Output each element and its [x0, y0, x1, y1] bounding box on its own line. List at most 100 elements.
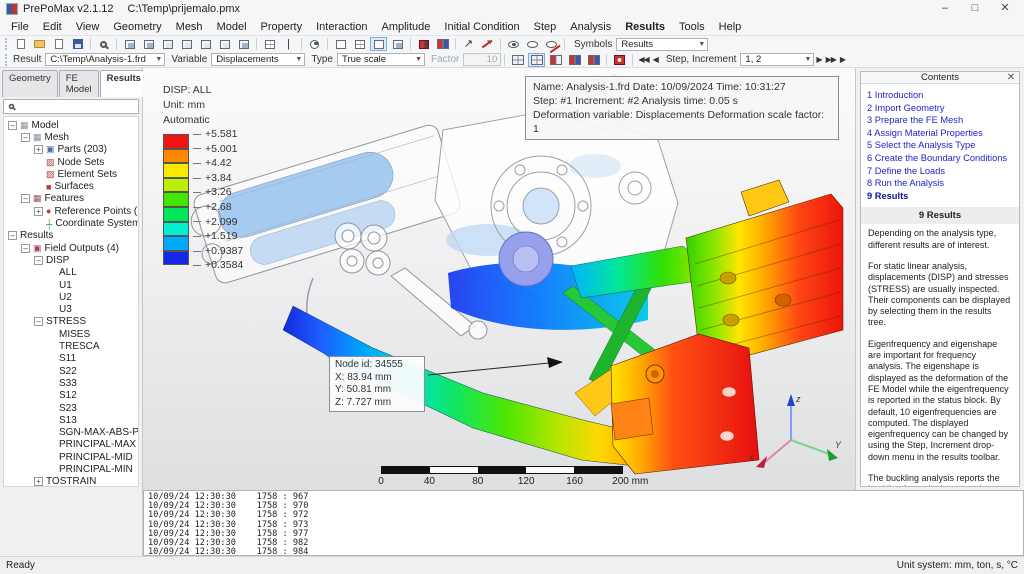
tree-item-features[interactable]: –▦Features [4, 193, 138, 205]
menu-tools[interactable]: Tools [672, 20, 712, 34]
symbol-sphere-icon[interactable] [306, 37, 323, 51]
menu-file[interactable]: File [4, 20, 36, 34]
tree-item-all[interactable]: ALL [4, 267, 138, 279]
factor-input[interactable] [463, 53, 501, 66]
menu-help[interactable]: Help [712, 20, 749, 34]
tree-item-stress[interactable]: –STRESS [4, 316, 138, 328]
first-increment-button[interactable]: ◀◀ [638, 55, 648, 64]
query-icon[interactable]: ↗ [460, 37, 477, 51]
variable-dropdown[interactable]: Displacements▼ [211, 53, 305, 66]
type-dropdown[interactable]: True scale▼ [337, 53, 425, 66]
tree-item-mesh[interactable]: –▦Mesh [4, 131, 138, 143]
tree-item-u2[interactable]: U2 [4, 291, 138, 303]
tree-item-parts-203[interactable]: +▣Parts (203) [4, 144, 138, 156]
tree-item-node-sets[interactable]: ▨Node Sets [4, 156, 138, 168]
toc-link-8-run-the-analysis[interactable]: 8 Run the Analysis [867, 177, 1013, 190]
collapse-icon[interactable]: – [21, 194, 30, 203]
tree-item-s33[interactable]: S33 [4, 377, 138, 389]
collapse-icon[interactable]: – [34, 317, 43, 326]
menu-step[interactable]: Step [527, 20, 564, 34]
open-file-icon[interactable] [31, 37, 48, 51]
menu-initial-condition[interactable]: Initial Condition [437, 20, 526, 34]
collapse-icon[interactable]: – [34, 256, 43, 265]
tree-search-input[interactable] [3, 99, 139, 114]
tree-item-s23[interactable]: S23 [4, 402, 138, 414]
tree-item-field-outputs-4[interactable]: –▣Field Outputs (4) [4, 242, 138, 254]
tree-item-tresca[interactable]: TRESCA [4, 340, 138, 352]
collapse-icon[interactable]: – [8, 121, 17, 130]
tree-item-s22[interactable]: S22 [4, 365, 138, 377]
log-output[interactable]: 10/09/24 12:30:30 1758 : 96710/09/24 12:… [143, 490, 1024, 556]
tree-item-sgn-max-abs-pri[interactable]: SGN-MAX-ABS-PRI [4, 426, 138, 438]
toc-link-4-assign-material-properties[interactable]: 4 Assign Material Properties [867, 127, 1013, 140]
tree-item-model[interactable]: –▦Model [4, 119, 138, 131]
hide-icon[interactable] [543, 37, 560, 51]
menu-edit[interactable]: Edit [36, 20, 69, 34]
maximize-button[interactable]: □ [960, 1, 990, 17]
zoom-icon[interactable] [95, 37, 112, 51]
view-front-icon[interactable] [121, 37, 138, 51]
tree-item-element-sets[interactable]: ▨Element Sets [4, 168, 138, 180]
show-results-icon[interactable] [547, 53, 564, 67]
menu-interaction[interactable]: Interaction [309, 20, 374, 34]
step-increment-dropdown[interactable]: 1, 2▼ [740, 53, 814, 66]
tree-item-u1[interactable]: U1 [4, 279, 138, 291]
tree-item-principal-max[interactable]: PRINCIPAL-MAX [4, 439, 138, 451]
save-icon[interactable] [69, 37, 86, 51]
menu-property[interactable]: Property [254, 20, 310, 34]
menu-geometry[interactable]: Geometry [106, 20, 168, 34]
toc-link-9-results[interactable]: 9 Results [867, 190, 1013, 203]
view-back-icon[interactable] [140, 37, 157, 51]
tab-fe-model[interactable]: FE Model [59, 70, 99, 97]
show-model-edges-icon[interactable] [370, 37, 387, 51]
viewport-3d[interactable]: z Y x DISP: ALL Unit: mm Automatic +5.58… [143, 68, 856, 490]
tree-item-u3[interactable]: U3 [4, 304, 138, 316]
show-icon[interactable] [505, 37, 522, 51]
show-transparent-icon[interactable] [524, 37, 541, 51]
symbols-dropdown[interactable]: Results▼ [616, 38, 708, 51]
help-close-icon[interactable]: ✕ [1003, 72, 1019, 83]
animate-icon[interactable] [611, 53, 628, 67]
view-right-icon[interactable] [216, 37, 233, 51]
previous-increment-button[interactable]: ◀ [653, 55, 658, 64]
transformation-icon[interactable] [434, 37, 451, 51]
show-elements-icon[interactable] [351, 37, 368, 51]
menu-mesh[interactable]: Mesh [169, 20, 210, 34]
menu-analysis[interactable]: Analysis [563, 20, 618, 34]
toc-link-2-import-geometry[interactable]: 2 Import Geometry [867, 102, 1013, 115]
remove-annotations-icon[interactable]: ↗ [479, 37, 496, 51]
show-undeformed-icon[interactable] [509, 53, 526, 67]
tree-item-s13[interactable]: S13 [4, 414, 138, 426]
next-increment-button[interactable]: ▶ [816, 55, 821, 64]
show-wireframe-icon[interactable] [332, 37, 349, 51]
expand-icon[interactable]: + [34, 207, 43, 216]
tree-item-reference-points-7[interactable]: +●Reference Points (7) [4, 205, 138, 217]
import-icon[interactable] [50, 37, 67, 51]
tree-item-principal-mid[interactable]: PRINCIPAL-MID [4, 451, 138, 463]
toc-link-7-define-the-loads[interactable]: 7 Define the Loads [867, 165, 1013, 178]
section-view-icon[interactable] [261, 37, 278, 51]
tree-item-coordinate-systems[interactable]: ┼Coordinate Systems [4, 217, 138, 229]
menu-amplitude[interactable]: Amplitude [374, 20, 437, 34]
play-animation-button[interactable]: ▶ [840, 55, 845, 64]
deformed-undeformed-icon[interactable] [415, 37, 432, 51]
expand-icon[interactable]: + [34, 477, 43, 486]
show-wireframe-results-icon[interactable] [585, 53, 602, 67]
result-dropdown[interactable]: C:\Temp\Analysis-1.frd▼ [45, 53, 165, 66]
menu-results[interactable]: Results [618, 20, 672, 34]
exploded-view-icon[interactable]: | [280, 37, 297, 51]
tree-item-results[interactable]: –Results [4, 230, 138, 242]
tree-item-principal-min[interactable]: PRINCIPAL-MIN [4, 463, 138, 475]
show-deformed-icon[interactable] [528, 53, 545, 67]
show-no-edges-icon[interactable] [389, 37, 406, 51]
view-left-icon[interactable] [197, 37, 214, 51]
collapse-icon[interactable]: – [21, 133, 30, 142]
view-isometric-icon[interactable] [235, 37, 252, 51]
close-button[interactable]: ✕ [990, 1, 1020, 17]
toc-link-1-introduction[interactable]: 1 Introduction [867, 89, 1013, 102]
tree-item-mises[interactable]: MISES [4, 328, 138, 340]
collapse-icon[interactable]: – [8, 231, 17, 240]
toc-link-5-select-the-analysis-type[interactable]: 5 Select the Analysis Type [867, 139, 1013, 152]
toc-link-6-create-the-boundary-conditions[interactable]: 6 Create the Boundary Conditions [867, 152, 1013, 165]
tree-item-s12[interactable]: S12 [4, 390, 138, 402]
